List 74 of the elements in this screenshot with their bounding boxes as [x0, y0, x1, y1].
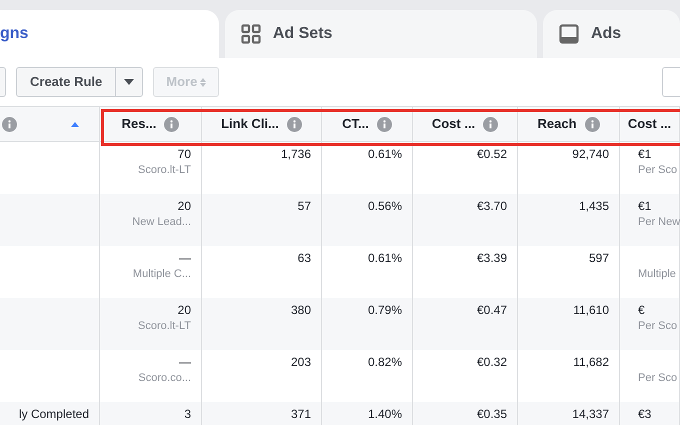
column-header[interactable]: Cost ... — [620, 107, 680, 141]
table-cell: 1,736 — [280, 146, 311, 162]
panel-icon — [558, 24, 579, 44]
cell-subtext: Per New — [638, 215, 680, 230]
cell-subtext: Per Sco — [638, 371, 678, 386]
table-cell: 380 — [290, 302, 311, 318]
cell-subtext: Multiple C... — [132, 267, 191, 282]
sort-icon — [200, 78, 206, 86]
table-cell: 11,682 — [573, 354, 609, 370]
table-cell: €0.52 — [476, 146, 507, 162]
table-cell: €0.32 — [476, 354, 507, 370]
table-cell: 371 — [290, 406, 311, 422]
info-icon[interactable] — [2, 116, 17, 132]
table-cell: 14,337 — [572, 406, 609, 422]
table-cell: € — [638, 302, 645, 318]
table-cell: €3 — [638, 406, 652, 422]
table-cell: €1 — [638, 146, 652, 162]
info-icon[interactable] — [376, 116, 392, 132]
button-edge[interactable] — [662, 67, 680, 97]
table-cell: 57 — [298, 198, 311, 214]
table-cell: 63 — [298, 250, 311, 266]
table-cell: ly Completed — [18, 406, 89, 422]
table-cell: 0.82% — [368, 354, 402, 370]
cell-subtext: Multiple — [638, 267, 676, 282]
column-header[interactable]: Reach — [518, 107, 620, 141]
table-cell: €1 — [638, 198, 652, 214]
button-edge[interactable] — [0, 67, 6, 97]
cell-subtext: Scoro.lt-LT — [138, 163, 191, 178]
table-cell: €0.47 — [476, 302, 507, 318]
column-header[interactable]: CT... — [322, 107, 413, 141]
table-cell: €0.35 — [476, 406, 507, 422]
header-label: CT... — [342, 115, 369, 134]
header-label: Cost ... — [432, 115, 476, 134]
table-cell: 20 — [178, 302, 191, 318]
cell-subtext: Scoro.co... — [138, 371, 191, 386]
column-header[interactable] — [0, 107, 100, 141]
info-icon[interactable] — [164, 116, 180, 132]
info-icon[interactable] — [483, 116, 498, 132]
table-cell: 203 — [290, 354, 311, 370]
table-cell: 92,740 — [572, 146, 609, 162]
caret-icon — [124, 79, 134, 85]
cell-subtext: Per Sco — [638, 163, 678, 178]
header-label: Cost ... — [628, 115, 672, 134]
info-icon[interactable] — [584, 116, 600, 132]
sort-arrow-icon — [71, 122, 79, 126]
table-cell: 597 — [588, 250, 609, 266]
cell-subtext: Scoro.lt-LT — [138, 319, 191, 334]
tab[interactable]: gns — [0, 10, 219, 58]
table-cell: €3.70 — [476, 198, 507, 214]
table-cell: 3 — [184, 406, 191, 422]
table-cell: 0.61% — [368, 250, 402, 266]
info-icon[interactable] — [286, 116, 302, 132]
table-cell: 70 — [178, 146, 191, 162]
table-cell: 1,435 — [578, 198, 609, 214]
table-cell: 11,610 — [573, 302, 609, 318]
tab[interactable]: Ads — [542, 10, 680, 58]
grid-icon — [240, 24, 261, 44]
table-cell: 20 — [178, 198, 191, 214]
column-header[interactable]: Link Cli... — [202, 107, 322, 141]
header-label: Res... — [122, 115, 156, 134]
table-cell: 1.40% — [368, 406, 402, 422]
table-cell: 0.56% — [368, 198, 402, 214]
table-cell: — — [179, 354, 191, 370]
cell-subtext: Per Sco — [638, 319, 678, 334]
column-header[interactable]: Res... — [100, 107, 202, 141]
tab[interactable]: Ad Sets — [224, 10, 537, 58]
column-header[interactable]: Cost ... — [413, 107, 518, 141]
table-cell: 0.79% — [368, 302, 402, 318]
header-label: Link Cli... — [221, 115, 279, 134]
header-label: Reach — [537, 115, 577, 134]
table-cell: €3.39 — [476, 250, 507, 266]
table-cell: — — [179, 250, 191, 266]
table-cell: 0.61% — [368, 146, 402, 162]
cell-subtext: New Lead... — [132, 215, 191, 230]
